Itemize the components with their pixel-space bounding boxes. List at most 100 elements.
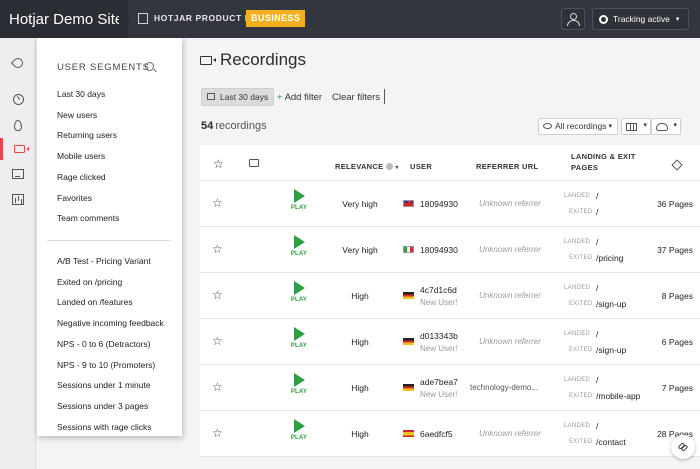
- search-icon[interactable]: [145, 62, 154, 71]
- segment-item[interactable]: Landed on /features: [57, 297, 133, 307]
- table-row[interactable]: ☆ PLAY High d013343b New User! Unknown referr…: [200, 319, 700, 365]
- segment-item[interactable]: Sessions with rage clicks: [57, 422, 151, 432]
- table-row[interactable]: ☆ PLAY High 4c7d1c6d New User! Unknown referr…: [200, 273, 700, 319]
- country-flag-icon: [403, 338, 414, 345]
- play-button[interactable]: PLAY: [288, 419, 310, 441]
- segment-item[interactable]: Sessions under 3 pages: [57, 401, 148, 411]
- segment-item[interactable]: Mobile users: [57, 151, 105, 161]
- referrer-url: Unknown referrer: [479, 199, 541, 208]
- favorite-column-icon[interactable]: ☆: [213, 158, 224, 170]
- play-button[interactable]: PLAY: [288, 373, 310, 395]
- landed-page: /: [596, 283, 599, 293]
- play-icon: [293, 281, 305, 295]
- user-id[interactable]: 6aedfcf5: [420, 429, 453, 439]
- site-switcher[interactable]: Hotjar Demo Site: [0, 0, 128, 38]
- add-filter-button[interactable]: + Add filter: [277, 92, 322, 103]
- table-row[interactable]: ☆ PLAY High ade7bea7 New User! technology-dem…: [200, 365, 700, 411]
- user-id[interactable]: 4c7d1c6d: [420, 285, 457, 295]
- segment-item[interactable]: Rage clicked: [57, 172, 106, 182]
- left-rail: [0, 38, 36, 469]
- date-filter-chip[interactable]: Last 30 days: [201, 88, 275, 106]
- rail-item-analytics[interactable]: [0, 188, 36, 210]
- segment-item[interactable]: A/B Test - Pricing Variant: [57, 256, 151, 266]
- table-row[interactable]: ☆ PLAY Very high 18094930 Unknown referrer LA…: [200, 181, 700, 227]
- new-user-label: New User!: [420, 344, 458, 353]
- recordings-count: 54 recordings: [201, 120, 267, 132]
- favorite-star-icon[interactable]: ☆: [212, 243, 223, 255]
- add-filter-label: Add filter: [284, 92, 323, 103]
- play-button[interactable]: PLAY: [288, 235, 310, 257]
- feedback-icon: [12, 169, 24, 179]
- calendar-icon: [207, 93, 215, 100]
- tracking-status-button[interactable]: Tracking active ▾: [592, 8, 689, 30]
- rail-item-feedback[interactable]: [0, 163, 36, 185]
- all-recordings-dropdown[interactable]: All recordings ▾: [538, 118, 618, 135]
- download-button[interactable]: ▾: [651, 118, 681, 135]
- play-button[interactable]: PLAY: [288, 281, 310, 303]
- user-id[interactable]: 18094930: [420, 199, 458, 209]
- recordings-count-number: 54: [201, 120, 214, 132]
- segment-item[interactable]: Favorites: [57, 193, 92, 203]
- segment-item[interactable]: NPS - 0 to 6 (Detractors): [57, 339, 151, 349]
- share-link-button[interactable]: [671, 435, 695, 459]
- relevance-column-header[interactable]: RELEVANCE ▾: [335, 162, 399, 171]
- user-id[interactable]: 18094930: [420, 245, 458, 255]
- segment-item[interactable]: Returning users: [57, 130, 117, 140]
- play-button[interactable]: PLAY: [288, 327, 310, 349]
- user-id[interactable]: d013343b: [420, 331, 458, 341]
- exited-label: EXITED: [569, 439, 593, 445]
- exited-label: EXITED: [569, 393, 593, 399]
- referrer-url[interactable]: technology-demo...: [470, 383, 550, 392]
- landed-page: /: [596, 237, 599, 247]
- recordings-table: ☆ RELEVANCE ▾ USER REFERRER URL LANDING &…: [200, 145, 700, 457]
- segment-item[interactable]: NPS - 9 to 10 (Promoters): [57, 360, 155, 370]
- favorite-star-icon[interactable]: ☆: [212, 335, 223, 347]
- landed-page: /: [596, 421, 599, 431]
- favorite-star-icon[interactable]: ☆: [212, 289, 223, 301]
- pages-column-icon[interactable]: [671, 159, 683, 171]
- user-column-header[interactable]: USER: [410, 162, 432, 171]
- table-row[interactable]: ☆ PLAY Very high 18094930 Unknown referrer LA…: [200, 227, 700, 273]
- referrer-url: Unknown referrer: [479, 429, 541, 438]
- exited-label: EXITED: [569, 301, 593, 307]
- page-count: 6 Pages: [661, 337, 693, 347]
- clear-filters-button[interactable]: Clear filters: [332, 92, 380, 103]
- rail-item-heatmaps[interactable]: [0, 114, 36, 136]
- segment-item[interactable]: Team comments: [57, 213, 119, 223]
- plus-icon: +: [277, 92, 283, 103]
- segment-item[interactable]: Last 30 days: [57, 89, 105, 99]
- landing-exit-column-header[interactable]: LANDING & EXIT: [571, 152, 636, 161]
- rail-item-recordings[interactable]: [0, 138, 36, 160]
- segment-item[interactable]: Exited on /pricing: [57, 277, 122, 287]
- chevron-down-icon: ▾: [643, 122, 647, 129]
- play-label: PLAY: [290, 343, 308, 349]
- segment-item[interactable]: New users: [57, 110, 97, 120]
- favorite-star-icon[interactable]: ☆: [212, 427, 223, 439]
- user-segments-panel: USER SEGMENTS Last 30 days New users Retur…: [37, 38, 182, 436]
- referrer-url: Unknown referrer: [479, 245, 541, 254]
- exited-label: EXITED: [569, 255, 593, 261]
- exited-label: EXITED: [569, 209, 593, 215]
- chevron-down-icon: ▾: [395, 165, 399, 171]
- page-count: 7 Pages: [661, 383, 693, 393]
- user-menu-button[interactable]: [561, 8, 585, 30]
- play-icon: [293, 235, 305, 249]
- play-button[interactable]: PLAY: [288, 189, 310, 211]
- plan-badge[interactable]: BUSINESS: [246, 10, 306, 27]
- favorite-star-icon[interactable]: ☆: [212, 381, 223, 393]
- segment-item[interactable]: Sessions under 1 minute: [57, 380, 151, 390]
- user-id[interactable]: ade7bea7: [420, 377, 458, 387]
- table-row[interactable]: ☆ PLAY High 6aedfcf5 Unknown referrer LANDED /…: [200, 411, 700, 457]
- relevance-value: High: [351, 291, 369, 301]
- favorite-star-icon[interactable]: ☆: [212, 197, 223, 209]
- rail-item-dashboard[interactable]: [0, 88, 36, 110]
- relevance-value: High: [351, 383, 369, 393]
- segment-item[interactable]: Negative incoming feedback: [57, 318, 164, 328]
- table-header: ☆ RELEVANCE ▾ USER REFERRER URL LANDING &…: [200, 145, 700, 181]
- referrer-column-header[interactable]: REFERRER URL: [476, 162, 538, 171]
- rail-item-getting-started[interactable]: [0, 52, 36, 74]
- comment-column-icon[interactable]: [249, 159, 259, 167]
- play-label: PLAY: [290, 297, 308, 303]
- play-label: PLAY: [290, 435, 308, 441]
- columns-button[interactable]: ▾: [621, 118, 651, 135]
